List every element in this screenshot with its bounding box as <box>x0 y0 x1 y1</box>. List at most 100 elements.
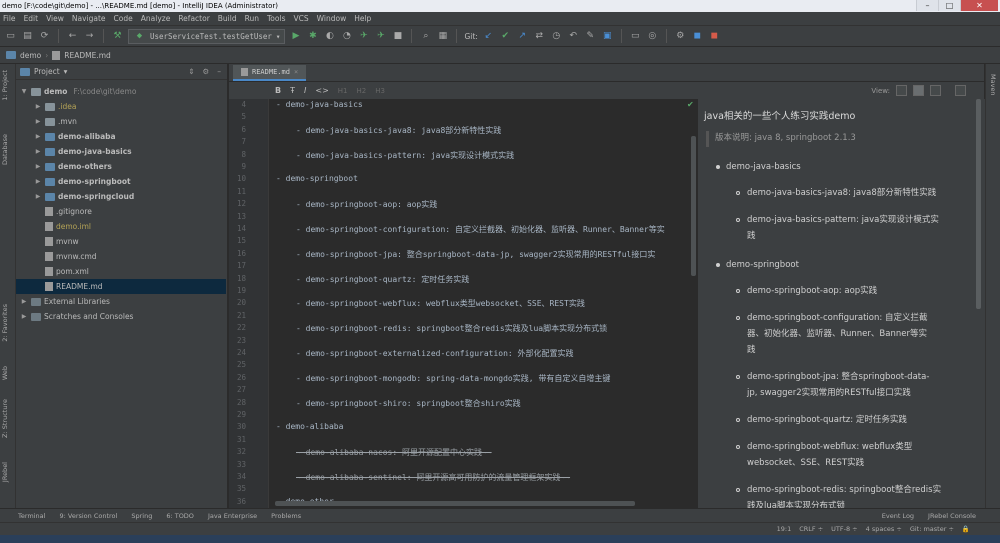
profile-icon[interactable]: ◔ <box>340 30 353 43</box>
translate-icon[interactable]: ⚙ <box>674 30 687 43</box>
history-icon[interactable]: ◷ <box>550 30 563 43</box>
plugin-blue-icon[interactable]: ◼ <box>691 30 704 43</box>
menu-refactor[interactable]: Refactor <box>178 14 209 23</box>
debug-icon[interactable]: ✱ <box>306 30 319 43</box>
line-separator[interactable]: CRLF ÷ <box>799 525 823 533</box>
menu-help[interactable]: Help <box>354 14 371 23</box>
close-tab-icon[interactable]: × <box>294 68 298 76</box>
maximize-button[interactable]: □ <box>938 0 960 11</box>
strikethrough-button[interactable]: Ŧ <box>290 86 295 95</box>
tree-item[interactable]: README.md <box>16 279 226 294</box>
terminal-icon[interactable]: ▭ <box>629 30 642 43</box>
collapse-icon[interactable]: ⇕ <box>188 67 194 76</box>
chevron-right-icon[interactable]: ▶ <box>34 103 42 110</box>
tree-item[interactable]: ▶ demo-springboot <box>16 174 226 189</box>
menu-vcs[interactable]: VCS <box>293 14 308 23</box>
bold-button[interactable]: B <box>275 86 281 95</box>
open-folder-icon[interactable]: ▭ <box>4 30 17 43</box>
menu-navigate[interactable]: Navigate <box>72 14 106 23</box>
lock-icon[interactable]: 🔒 <box>962 525 970 533</box>
cursor-position[interactable]: 19:1 <box>777 525 792 533</box>
tree-item[interactable]: ▶ demo-java-basics <box>16 144 226 159</box>
stop-icon[interactable]: ■ <box>391 30 404 43</box>
tree-item[interactable]: ▶ demo-alibaba <box>16 129 226 144</box>
h1-button[interactable]: H1 <box>338 87 348 95</box>
italic-button[interactable]: I <box>304 86 306 95</box>
tab-spring[interactable]: Spring <box>131 512 152 520</box>
build-hammer-icon[interactable]: ⚒ <box>111 30 124 43</box>
rollback-icon[interactable]: ↶ <box>567 30 580 43</box>
tree-item[interactable]: ▶ demo-others <box>16 159 226 174</box>
tab-problems[interactable]: Problems <box>271 512 301 520</box>
sync-icon[interactable]: ⟳ <box>38 30 51 43</box>
tab-structure[interactable]: Z: Structure <box>1 399 9 438</box>
tree-item[interactable]: ▶ .mvn <box>16 114 226 129</box>
tree-item[interactable]: pom.xml <box>16 264 226 279</box>
git-compare-icon[interactable]: ⇄ <box>533 30 546 43</box>
chevron-right-icon[interactable]: ▶ <box>34 118 42 125</box>
tab-terminal[interactable]: Terminal <box>18 512 45 520</box>
tree-item[interactable]: ▶ demo-springcloud <box>16 189 226 204</box>
markdown-source-editor[interactable]: - demo-java-basics - demo-java-basics-jav… <box>270 99 690 508</box>
tree-item[interactable]: ▼ demo F:\code\git\demo <box>16 84 226 99</box>
git-push-icon[interactable]: ↗ <box>516 30 529 43</box>
h3-button[interactable]: H3 <box>375 87 385 95</box>
editor-tab-readme[interactable]: README.md × <box>233 65 307 81</box>
jrebel-run-icon[interactable]: ✈ <box>357 30 370 43</box>
jrebel-debug-icon[interactable]: ✈ <box>374 30 387 43</box>
tab-maven[interactable]: Maven <box>989 74 997 96</box>
chevron-right-icon[interactable]: ▶ <box>34 163 42 170</box>
tab-jrebel-console[interactable]: JRebel Console <box>928 512 976 520</box>
split-view-button[interactable] <box>913 85 924 96</box>
h2-button[interactable]: H2 <box>356 87 366 95</box>
chevron-down-icon[interactable]: ▾ <box>64 67 68 76</box>
tab-version-control[interactable]: 9: Version Control <box>59 512 117 520</box>
project-structure-icon[interactable]: ▣ <box>601 30 614 43</box>
chevron-right-icon[interactable]: ▶ <box>20 313 28 320</box>
hide-icon[interactable]: – <box>217 67 221 76</box>
tab-event-log[interactable]: Event Log <box>882 512 914 520</box>
preview-toggle-button[interactable] <box>955 85 966 96</box>
tab-database[interactable]: Database <box>1 134 9 165</box>
preview-scrollbar[interactable] <box>975 99 983 508</box>
project-panel-title[interactable]: Project <box>34 67 60 76</box>
tree-item[interactable]: .gitignore <box>16 204 226 219</box>
menu-tools[interactable]: Tools <box>267 14 285 23</box>
menu-view[interactable]: View <box>46 14 64 23</box>
preview-only-view-button[interactable] <box>930 85 941 96</box>
plugin-red-icon[interactable]: ◼ <box>708 30 721 43</box>
tree-item[interactable]: ▶ Scratches and Consoles <box>16 309 226 324</box>
tab-project[interactable]: 1: Project <box>1 70 9 101</box>
coverage-icon[interactable]: ◐ <box>323 30 336 43</box>
tree-item[interactable]: ▶ .idea <box>16 99 226 114</box>
editor-only-view-button[interactable] <box>896 85 907 96</box>
menu-window[interactable]: Window <box>317 14 347 23</box>
chevron-right-icon[interactable]: ▶ <box>34 148 42 155</box>
breadcrumb-project[interactable]: demo <box>20 51 41 60</box>
search-everywhere-icon[interactable]: ⌕ <box>419 30 432 43</box>
menu-code[interactable]: Code <box>114 14 133 23</box>
back-icon[interactable]: ← <box>66 30 79 43</box>
tab-web[interactable]: Web <box>1 366 9 380</box>
breadcrumb-file[interactable]: README.md <box>64 51 111 60</box>
chevron-right-icon[interactable]: ▶ <box>20 298 28 305</box>
chevron-right-icon[interactable]: ▶ <box>34 133 42 140</box>
tree-item[interactable]: ▶ External Libraries <box>16 294 226 309</box>
tab-todo[interactable]: 6: TODO <box>166 512 194 520</box>
menu-build[interactable]: Build <box>218 14 237 23</box>
menu-analyze[interactable]: Analyze <box>141 14 171 23</box>
menu-edit[interactable]: Edit <box>24 14 39 23</box>
settings-wrench-icon[interactable]: ✎ <box>584 30 597 43</box>
close-button[interactable]: ✕ <box>960 0 998 11</box>
gear-icon[interactable]: ⚙ <box>203 67 210 76</box>
editor-scrollbar[interactable] <box>690 99 697 508</box>
tab-jrebel[interactable]: JRebel <box>1 462 9 482</box>
code-button[interactable]: <> <box>315 86 328 95</box>
tab-favorites[interactable]: 2: Favorites <box>1 304 9 342</box>
git-branch[interactable]: Git: master ÷ <box>910 525 954 533</box>
file-encoding[interactable]: UTF-8 ÷ <box>831 525 857 533</box>
run-configuration-select[interactable]: ◆ UserServiceTest.testGetUser ▾ <box>128 28 286 44</box>
minimize-button[interactable]: – <box>916 0 938 11</box>
sdk-icon[interactable]: ◎ <box>646 30 659 43</box>
tree-item[interactable]: demo.iml <box>16 219 226 234</box>
